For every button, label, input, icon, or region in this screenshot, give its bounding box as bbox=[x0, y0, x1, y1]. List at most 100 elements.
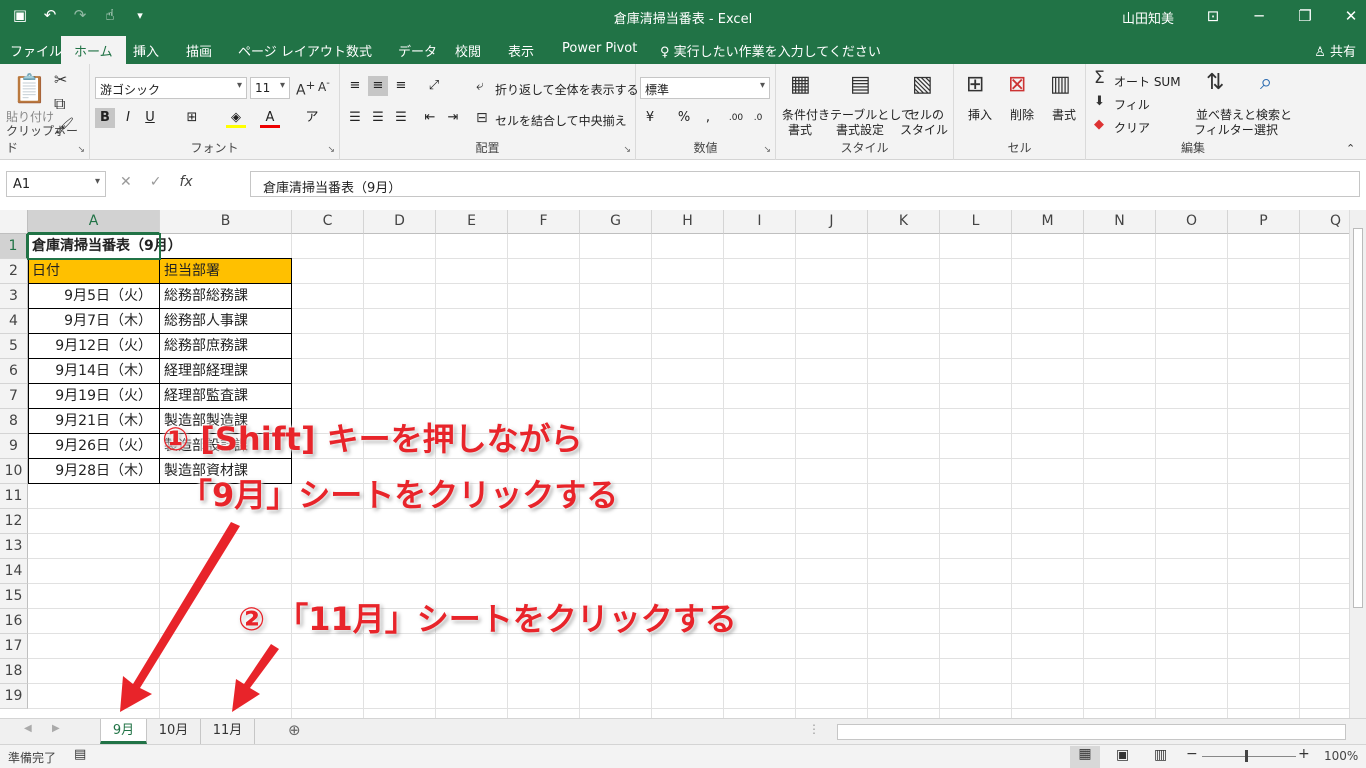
cell-b2-header[interactable]: 担当部署 bbox=[164, 259, 220, 283]
column-header-m[interactable]: M bbox=[1012, 210, 1084, 234]
tab-insert[interactable]: 挿入 bbox=[133, 41, 159, 60]
column-header-c[interactable]: C bbox=[292, 210, 364, 234]
bold-icon[interactable]: B bbox=[95, 108, 115, 128]
number-format-select[interactable]: 標準 bbox=[640, 77, 770, 99]
row-header-19[interactable]: 19 bbox=[0, 684, 28, 709]
conditional-format-icon[interactable]: ▦ bbox=[790, 72, 811, 97]
copy-icon[interactable]: ⧉ bbox=[54, 94, 65, 114]
tell-me-search[interactable]: ♀ 実行したい作業を入力してください bbox=[660, 41, 881, 60]
decrease-font-icon[interactable]: A- bbox=[318, 78, 330, 94]
top-align-icon[interactable]: ≡ bbox=[345, 76, 365, 96]
enter-icon[interactable]: ✓ bbox=[150, 174, 162, 190]
align-left-icon[interactable]: ☰ bbox=[345, 108, 365, 128]
cut-icon[interactable]: ✂ bbox=[54, 70, 67, 89]
column-header-d[interactable]: D bbox=[364, 210, 436, 234]
bottom-align-icon[interactable]: ≡ bbox=[391, 76, 411, 96]
sort-filter-icon[interactable]: ⇅ bbox=[1206, 70, 1224, 95]
column-header-j[interactable]: J bbox=[796, 210, 868, 234]
clipboard-launcher-icon[interactable]: ↘ bbox=[77, 145, 85, 155]
autosum-button[interactable]: オート SUM bbox=[1114, 73, 1181, 90]
format-table-icon[interactable]: ▤ bbox=[850, 72, 871, 97]
row-header-15[interactable]: 15 bbox=[0, 584, 28, 609]
clear-icon[interactable]: ◆ bbox=[1094, 117, 1104, 132]
department-cell[interactable]: 経理部監査課 bbox=[164, 384, 248, 408]
cell-styles-icon[interactable]: ▧ bbox=[912, 72, 933, 97]
department-cell[interactable]: 経理部経理課 bbox=[164, 359, 248, 383]
cell-a2-header[interactable]: 日付 bbox=[32, 259, 60, 283]
column-header-p[interactable]: P bbox=[1228, 210, 1300, 234]
insert-function-icon[interactable]: fx bbox=[179, 174, 192, 190]
sheet-tab-11[interactable]: 11月 bbox=[201, 719, 255, 744]
underline-icon[interactable]: U bbox=[140, 108, 160, 128]
date-cell[interactable]: 9月7日（木） bbox=[28, 309, 152, 333]
prev-sheet-icon[interactable]: ◀ bbox=[24, 723, 32, 734]
tab-home[interactable]: ホーム bbox=[61, 36, 126, 64]
column-header-i[interactable]: I bbox=[724, 210, 796, 234]
tab-power-pivot[interactable]: Power Pivot bbox=[562, 41, 637, 56]
date-cell[interactable]: 9月26日（火） bbox=[28, 434, 152, 458]
currency-icon[interactable]: ¥ bbox=[640, 108, 660, 128]
insert-cells-icon[interactable]: ⊞ bbox=[966, 72, 984, 97]
percent-icon[interactable]: % bbox=[674, 108, 694, 128]
format-table-line2[interactable]: 書式設定 bbox=[836, 121, 884, 138]
middle-align-icon[interactable]: ≡ bbox=[368, 76, 388, 96]
zoom-slider-thumb[interactable] bbox=[1245, 750, 1248, 762]
zoom-in-icon[interactable]: + bbox=[1298, 746, 1310, 762]
conditional-format-line2[interactable]: 書式 bbox=[788, 121, 812, 138]
date-cell[interactable]: 9月12日（火） bbox=[28, 334, 152, 358]
row-header-16[interactable]: 16 bbox=[0, 609, 28, 634]
fill-icon[interactable]: ⬇ bbox=[1094, 94, 1105, 109]
italic-icon[interactable]: I bbox=[118, 108, 138, 128]
ribbon-display-icon[interactable]: ⊡ bbox=[1190, 4, 1236, 28]
row-header-8[interactable]: 8 bbox=[0, 409, 28, 434]
decrease-indent-icon[interactable]: ⇤ bbox=[420, 108, 440, 128]
align-right-icon[interactable]: ☰ bbox=[391, 108, 411, 128]
vertical-scrollbar[interactable] bbox=[1349, 210, 1366, 718]
close-icon[interactable]: ✕ bbox=[1328, 4, 1366, 28]
date-cell[interactable]: 9月28日（木） bbox=[28, 459, 152, 483]
normal-view-icon[interactable]: ▦ bbox=[1070, 746, 1100, 768]
row-header-9[interactable]: 9 bbox=[0, 434, 28, 459]
fill-button[interactable]: フィル bbox=[1114, 96, 1150, 113]
row-header-6[interactable]: 6 bbox=[0, 359, 28, 384]
macro-record-icon[interactable]: ▤ bbox=[74, 747, 86, 762]
row-header-3[interactable]: 3 bbox=[0, 284, 28, 309]
date-cell[interactable]: 9月14日（木） bbox=[28, 359, 152, 383]
collapse-ribbon-icon[interactable]: ⌃ bbox=[1346, 142, 1355, 155]
row-header-17[interactable]: 17 bbox=[0, 634, 28, 659]
department-cell[interactable]: 総務部人事課 bbox=[164, 309, 248, 333]
number-launcher-icon[interactable]: ↘ bbox=[763, 145, 771, 155]
share-button[interactable]: ♙ 共有 bbox=[1314, 41, 1356, 60]
new-sheet-icon[interactable]: ⊕ bbox=[288, 721, 301, 739]
column-header-e[interactable]: E bbox=[436, 210, 508, 234]
column-header-k[interactable]: K bbox=[868, 210, 940, 234]
font-size-select[interactable]: 11 bbox=[250, 77, 290, 99]
zoom-slider[interactable] bbox=[1202, 756, 1296, 757]
column-header-a[interactable]: A bbox=[28, 210, 160, 234]
tab-review[interactable]: 校閲 bbox=[455, 41, 481, 60]
column-header-b[interactable]: B bbox=[160, 210, 292, 234]
column-header-n[interactable]: N bbox=[1084, 210, 1156, 234]
autosum-icon[interactable]: Σ bbox=[1094, 68, 1105, 88]
fill-color-icon[interactable]: ◈ bbox=[226, 108, 246, 128]
sheet-tab-9[interactable]: 9月 bbox=[100, 719, 147, 744]
department-cell[interactable]: 総務部庶務課 bbox=[164, 334, 248, 358]
tab-draw[interactable]: 描画 bbox=[186, 41, 212, 60]
vertical-scroll-thumb[interactable] bbox=[1353, 228, 1363, 608]
tab-page-layout[interactable]: ページ レイアウト bbox=[238, 41, 346, 60]
column-header-o[interactable]: O bbox=[1156, 210, 1228, 234]
clear-button[interactable]: クリア bbox=[1114, 119, 1150, 136]
phonetic-icon[interactable]: ア bbox=[302, 108, 322, 128]
name-box[interactable]: A1 bbox=[6, 171, 106, 197]
delete-cells-button[interactable]: 削除 bbox=[1010, 106, 1034, 123]
row-header-5[interactable]: 5 bbox=[0, 334, 28, 359]
align-center-icon[interactable]: ☰ bbox=[368, 108, 388, 128]
format-cells-icon[interactable]: ▥ bbox=[1050, 72, 1071, 97]
border-icon[interactable]: ⊞ bbox=[182, 108, 202, 128]
cell-styles-line2[interactable]: スタイル bbox=[900, 121, 948, 138]
tab-view[interactable]: 表示 bbox=[508, 41, 534, 60]
format-cells-button[interactable]: 書式 bbox=[1052, 106, 1076, 123]
formula-input[interactable]: 倉庫清掃当番表（9月） bbox=[250, 171, 1360, 197]
row-header-2[interactable]: 2 bbox=[0, 259, 28, 284]
increase-indent-icon[interactable]: ⇥ bbox=[443, 108, 463, 128]
